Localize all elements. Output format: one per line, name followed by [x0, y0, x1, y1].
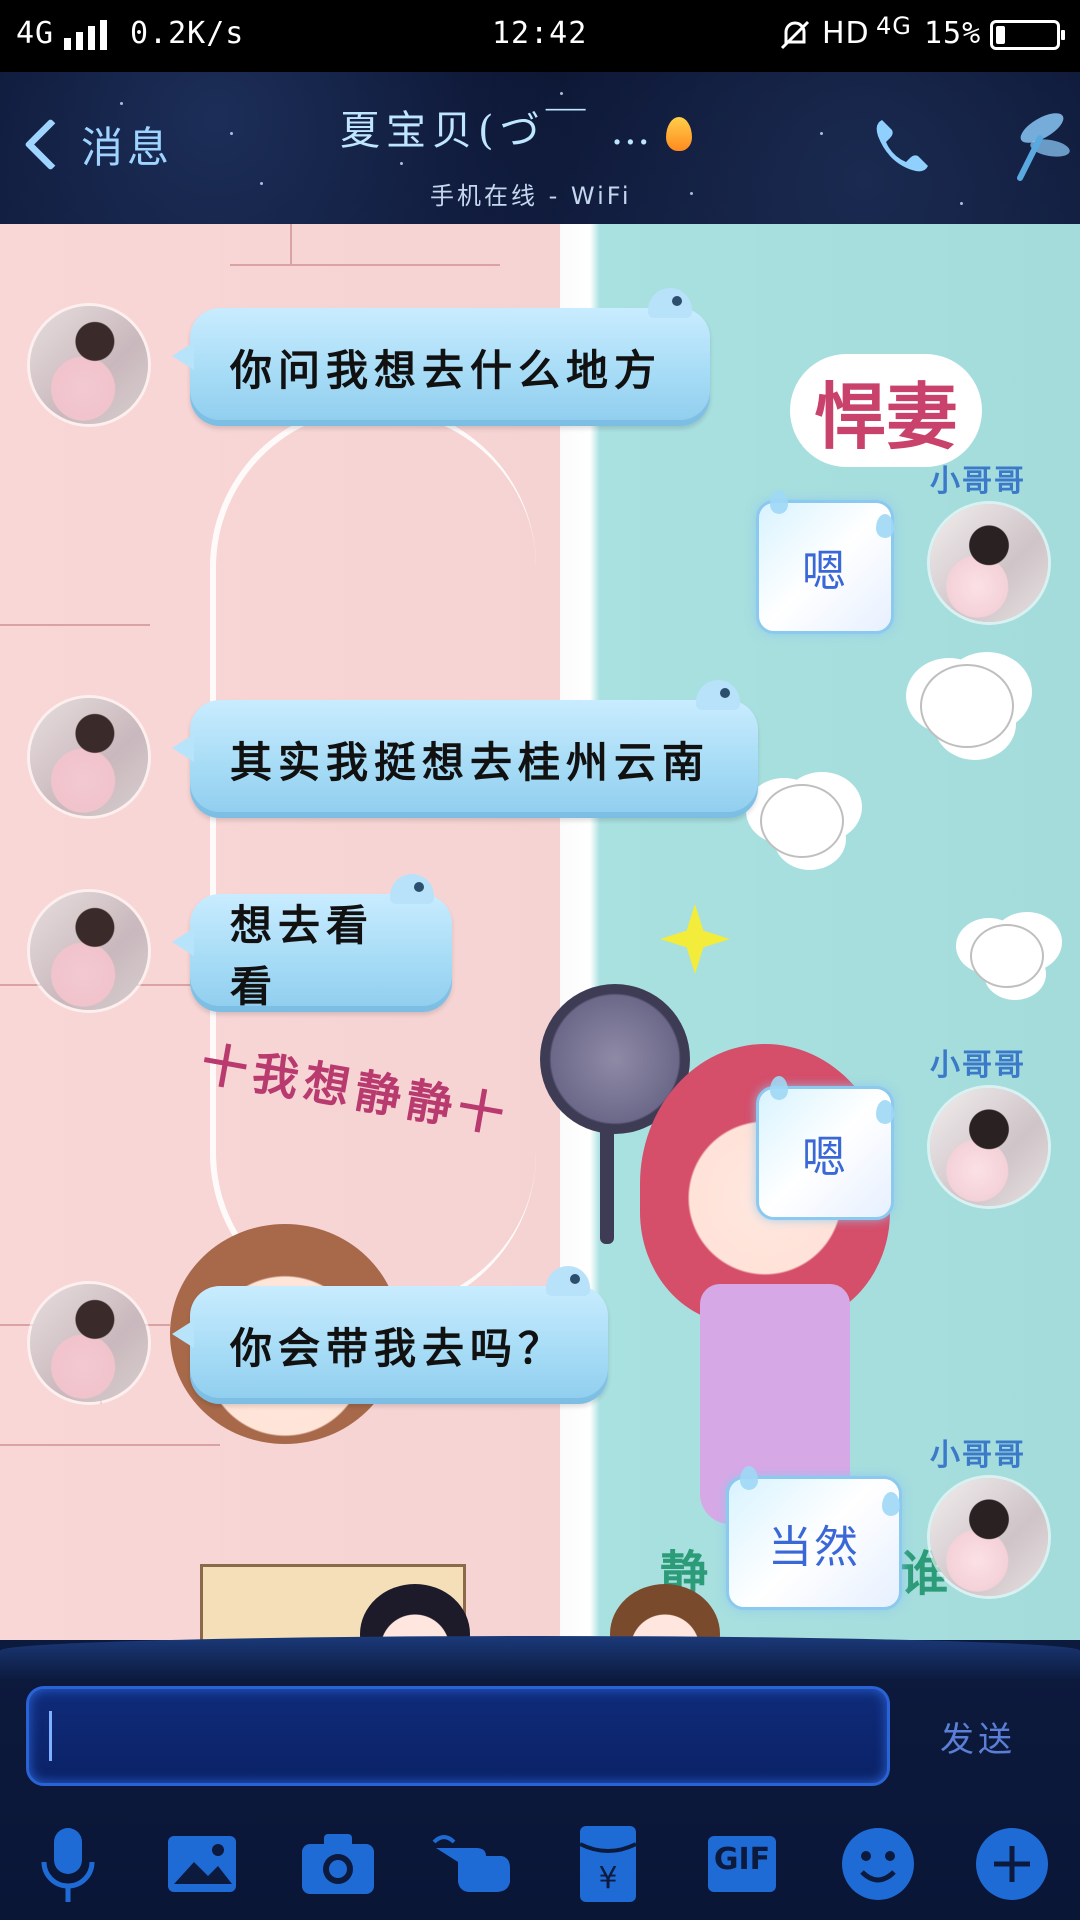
battery-icon — [990, 20, 1065, 50]
message-input[interactable] — [26, 1686, 890, 1786]
network-type: 4G — [16, 16, 55, 51]
cloud-decoration — [970, 924, 1044, 988]
emoji-icon[interactable] — [836, 1822, 920, 1906]
contact-name-text: 夏宝贝(づ￣ … — [340, 108, 657, 154]
gif-icon[interactable]: GIF — [700, 1822, 784, 1906]
sparkle-decoration — [660, 904, 730, 974]
cloud-decoration — [920, 664, 1014, 748]
network-speed: 0.2K/s — [130, 16, 245, 51]
wave-decoration — [0, 1636, 1080, 1680]
contact-avatar[interactable] — [30, 698, 148, 816]
message-bubble-incoming[interactable]: 你会带我去吗？ — [172, 1266, 608, 1404]
flame-icon — [666, 117, 693, 151]
poke-icon[interactable] — [430, 1822, 514, 1906]
mute-icon — [778, 18, 812, 52]
dragonfly-icon[interactable] — [990, 98, 1070, 188]
send-button[interactable]: 发送 — [940, 1712, 1016, 1761]
online-status: 手机在线 - WiFi — [430, 182, 632, 210]
battery-percent: 15% — [924, 16, 982, 51]
sender-tag: 小哥哥 — [930, 1048, 1026, 1083]
contact-avatar[interactable] — [30, 306, 148, 424]
camera-icon[interactable] — [296, 1822, 380, 1906]
contact-avatar[interactable] — [30, 892, 148, 1010]
message-bubble-outgoing[interactable]: 嗯 — [756, 1086, 894, 1220]
message-text: 嗯 — [802, 546, 848, 597]
message-bubble-incoming[interactable]: 其实我挺想去桂州云南 — [172, 680, 758, 818]
svg-text:¥: ¥ — [598, 1861, 617, 1896]
message-text: 当然 — [768, 1522, 860, 1573]
message-text: 其实我挺想去桂州云南 — [230, 737, 711, 787]
hd-indicator: HD — [822, 16, 870, 51]
contact-name[interactable]: 夏宝贝(づ￣ … — [340, 98, 760, 156]
message-text: 嗯 — [802, 1132, 848, 1183]
clock: 12:42 — [492, 16, 588, 51]
gif-label: GIF — [713, 1842, 771, 1877]
my-avatar[interactable] — [930, 1088, 1048, 1206]
back-label: 消息 — [81, 122, 174, 172]
network-type-right: 4G — [876, 12, 912, 40]
message-text: 你问我想去什么地方 — [230, 345, 663, 395]
phone-icon — [876, 120, 928, 172]
doodle-tag-top: 悍妻 — [790, 354, 983, 467]
contact-avatar[interactable] — [30, 1284, 148, 1402]
chevron-left-icon — [24, 117, 77, 171]
sender-tag: 小哥哥 — [930, 464, 1026, 499]
cloud-decoration — [760, 784, 844, 858]
phone-call-button[interactable] — [868, 110, 938, 180]
message-text: 你会带我去吗？ — [230, 1323, 567, 1373]
microphone-icon[interactable] — [26, 1822, 110, 1906]
message-bubble-outgoing[interactable]: 嗯 — [756, 500, 894, 634]
my-avatar[interactable] — [930, 504, 1048, 622]
sender-tag: 小哥哥 — [930, 1438, 1026, 1473]
plus-icon[interactable] — [970, 1822, 1054, 1906]
message-bubble-outgoing[interactable]: 当然 — [726, 1476, 902, 1610]
signal-icon — [64, 20, 110, 50]
back-button[interactable]: 消息 — [10, 104, 173, 184]
text-caret — [49, 1711, 52, 1761]
message-bubble-incoming[interactable]: 你问我想去什么地方 — [172, 288, 710, 426]
message-bubble-incoming[interactable]: 想去看看 — [172, 874, 452, 1012]
red-packet-icon[interactable]: ¥ — [566, 1822, 650, 1906]
image-icon[interactable] — [160, 1822, 244, 1906]
chat-area[interactable]: 悍妻 十我想静静十 静 谁 你问我想去什么地方 小哥哥 嗯 其实我挺想去桂州云南… — [0, 224, 1080, 1640]
my-avatar[interactable] — [930, 1478, 1048, 1596]
status-bar: 4G 0.2K/s 12:42 HD 4G 15% — [0, 0, 1080, 72]
input-toolbar: ¥ GIF — [0, 1810, 1080, 1920]
message-text: 想去看看 — [230, 901, 375, 1011]
chat-header: 消息 夏宝贝(づ￣ … 手机在线 - WiFi — [0, 72, 1080, 224]
pan-handle — [600, 1124, 614, 1244]
